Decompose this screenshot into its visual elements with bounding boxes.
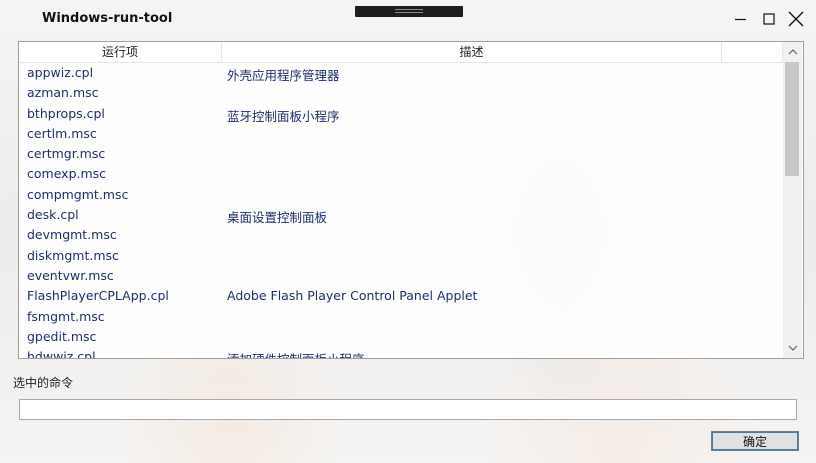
drag-handle[interactable] (355, 6, 463, 17)
app-window: Windows-run-tool 运行项 描述 appwiz.cpl 外壳应用程… (0, 0, 816, 463)
scroll-up-button[interactable] (783, 44, 802, 60)
run-item-name: gpedit.msc (27, 328, 97, 344)
run-item-name: bthprops.cpl (27, 105, 105, 121)
list-item[interactable]: desk.cpl 桌面设置控制面板 (19, 205, 781, 225)
chevron-down-icon (788, 345, 797, 351)
scroll-down-button[interactable] (783, 340, 802, 356)
list-header: 运行项 描述 (19, 42, 803, 63)
list-item[interactable]: gpedit.msc (19, 327, 781, 347)
run-item-name: hdwwiz.cpl (27, 349, 96, 359)
run-item-name: FlashPlayerCPLApp.cpl (27, 288, 169, 304)
column-header-description[interactable]: 描述 (222, 42, 722, 62)
run-item-name: comexp.msc (27, 166, 107, 182)
list-item[interactable]: certlm.msc (19, 124, 781, 144)
column-header-run-item[interactable]: 运行项 (19, 42, 222, 62)
list-item[interactable]: FlashPlayerCPLApp.cpl Adobe Flash Player … (19, 286, 781, 306)
run-item-name: certlm.msc (27, 125, 97, 141)
close-icon (788, 11, 804, 27)
drag-grip-line (395, 9, 423, 10)
list-item[interactable]: diskmgmt.msc (19, 246, 781, 266)
list-item[interactable]: devmgmt.msc (19, 225, 781, 245)
list-item[interactable]: certmgr.msc (19, 144, 781, 164)
list-item[interactable]: bthprops.cpl 蓝牙控制面板小程序 (19, 104, 781, 124)
run-item-description: 外壳应用程序管理器 (227, 68, 340, 83)
chevron-up-icon (788, 49, 797, 55)
list-item[interactable]: compmgmt.msc (19, 185, 781, 205)
run-items-list[interactable]: 运行项 描述 appwiz.cpl 外壳应用程序管理器 azman.msc bthpr… (18, 41, 804, 359)
column-header-filler (722, 42, 783, 62)
run-item-name: fsmgmt.msc (27, 308, 105, 324)
list-item[interactable]: appwiz.cpl 外壳应用程序管理器 (19, 63, 781, 83)
ok-button[interactable]: 确定 (711, 431, 799, 451)
list-item[interactable]: comexp.msc (19, 164, 781, 184)
run-item-description: Adobe Flash Player Control Panel Applet (227, 288, 478, 304)
run-item-name: certmgr.msc (27, 146, 106, 162)
list-item[interactable]: eventvwr.msc (19, 266, 781, 286)
minimize-button[interactable] (729, 8, 753, 30)
run-item-name: diskmgmt.msc (27, 247, 119, 263)
close-button[interactable] (784, 8, 808, 30)
vertical-scrollbar[interactable] (783, 42, 802, 358)
run-item-name: appwiz.cpl (27, 65, 94, 80)
list-item[interactable]: hdwwiz.cpl 添加硬件控制面板小程序 (19, 347, 781, 359)
list-rows: appwiz.cpl 外壳应用程序管理器 azman.msc bthprops.cpl… (19, 63, 781, 359)
run-item-name: desk.cpl (27, 207, 79, 223)
run-item-name: devmgmt.msc (27, 227, 117, 243)
run-item-description: 桌面设置控制面板 (227, 210, 328, 226)
maximize-button[interactable] (757, 8, 781, 30)
maximize-icon (763, 13, 775, 25)
drag-grip-line (395, 12, 423, 13)
run-item-description: 蓝牙控制面板小程序 (227, 108, 340, 124)
selected-command-label: 选中的命令 (13, 376, 74, 390)
title-bar[interactable]: Windows-run-tool (0, 0, 816, 36)
run-item-name: eventvwr.msc (27, 267, 114, 283)
scroll-thumb[interactable] (785, 62, 799, 176)
run-item-name: azman.msc (27, 85, 99, 101)
minimize-icon (735, 18, 746, 21)
run-item-name: compmgmt.msc (27, 186, 129, 202)
run-item-description: 添加硬件控制面板小程序 (227, 349, 365, 358)
list-item[interactable]: fsmgmt.msc (19, 307, 781, 327)
window-title: Windows-run-tool (42, 11, 173, 26)
selected-command-input[interactable] (19, 399, 797, 420)
list-item[interactable]: azman.msc (19, 83, 781, 103)
